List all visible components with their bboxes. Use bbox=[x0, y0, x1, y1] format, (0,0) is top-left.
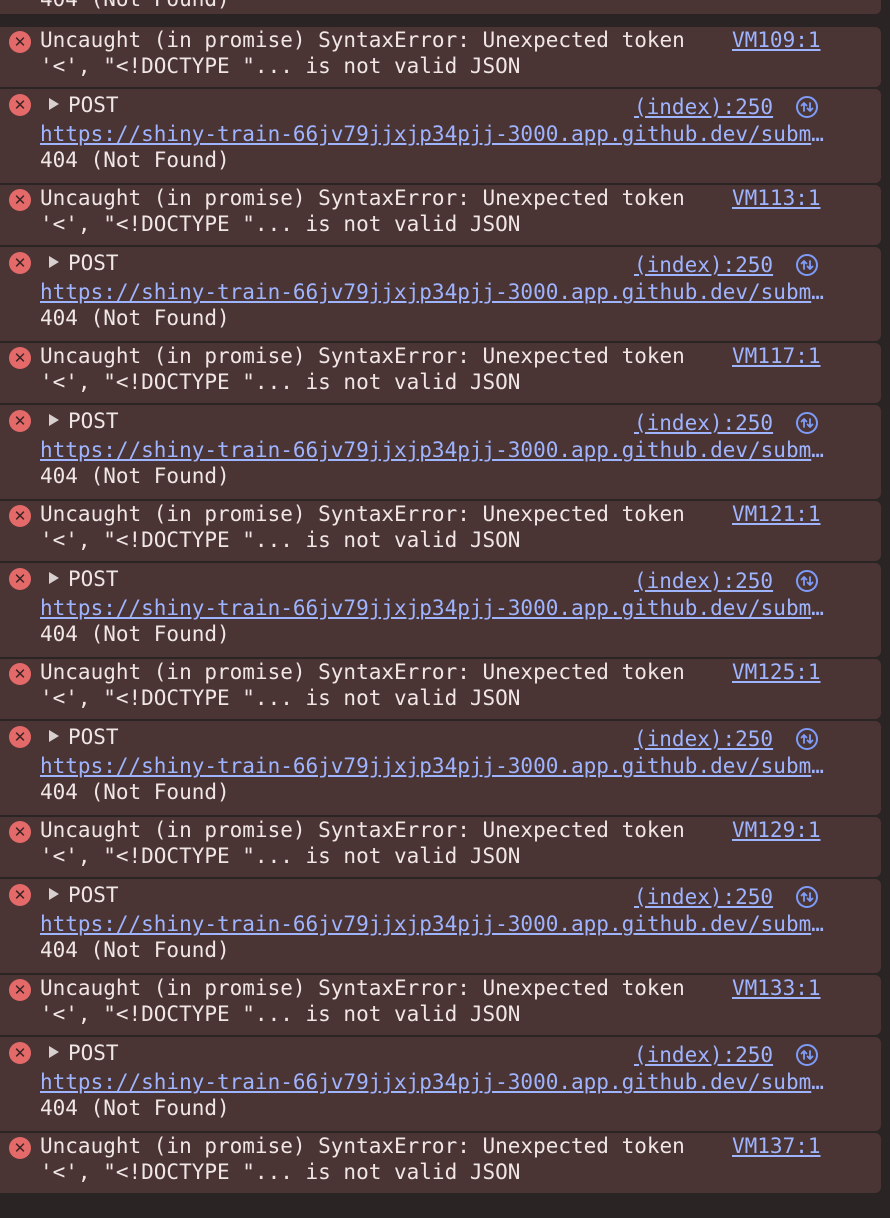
console-error-message: ✕ Uncaught (in promise) SyntaxError: Unex… bbox=[0, 975, 881, 1035]
error-text-line2: '<', "<!DOCTYPE "... is not valid JSON bbox=[40, 686, 521, 710]
network-request-icon[interactable] bbox=[796, 254, 818, 276]
console-network-error: ✕ POST (index):250 https://shiny-train-66jv… bbox=[0, 247, 881, 341]
console-error-message: ✕ Uncaught (in promise) SyntaxError: Unex… bbox=[0, 659, 881, 719]
network-request-icon[interactable] bbox=[796, 886, 818, 908]
expand-triangle-icon[interactable] bbox=[49, 730, 59, 742]
error-circle-x-icon: ✕ bbox=[9, 884, 31, 906]
error-circle-x-icon: ✕ bbox=[9, 1042, 31, 1064]
request-method: POST bbox=[68, 93, 119, 117]
error-text-line2: '<', "<!DOCTYPE "... is not valid JSON bbox=[40, 212, 521, 236]
error-circle-x-icon: ✕ bbox=[9, 410, 31, 432]
error-circle-x-icon: ✕ bbox=[9, 1137, 31, 1159]
request-url-link[interactable]: https://shiny-train-66jv79jjxjp34pjj-300… bbox=[40, 1069, 836, 1095]
error-circle-x-icon: ✕ bbox=[9, 505, 31, 527]
error-text-line2: '<', "<!DOCTYPE "... is not valid JSON bbox=[40, 528, 521, 552]
request-url-link[interactable]: https://shiny-train-66jv79jjxjp34pjj-300… bbox=[40, 121, 836, 147]
error-source-link[interactable]: VM121:1 bbox=[732, 501, 821, 527]
error-text-line2: '<', "<!DOCTYPE "... is not valid JSON bbox=[40, 1002, 521, 1026]
request-method: POST bbox=[68, 883, 119, 907]
error-circle-x-icon: ✕ bbox=[9, 252, 31, 274]
error-circle-x-icon: ✕ bbox=[9, 821, 31, 843]
expand-triangle-icon[interactable] bbox=[49, 414, 59, 426]
console-network-error: ✕ POST (index):250 https://shiny-train-66jv… bbox=[0, 563, 881, 657]
request-status: 404 (Not Found) bbox=[40, 780, 230, 804]
network-request-icon[interactable] bbox=[796, 1044, 818, 1066]
request-source-link[interactable]: (index):250 bbox=[634, 94, 773, 120]
request-method: POST bbox=[68, 1041, 119, 1065]
request-url-link[interactable]: https://shiny-train-66jv79jjxjp34pjj-300… bbox=[40, 753, 836, 779]
error-source-link[interactable]: VM133:1 bbox=[732, 975, 821, 1001]
error-text-line1: Uncaught (in promise) SyntaxError: Unexp… bbox=[40, 28, 685, 52]
request-source-link[interactable]: (index):250 bbox=[634, 726, 773, 752]
expand-triangle-icon[interactable] bbox=[49, 98, 59, 110]
request-status: 404 (Not Found) bbox=[40, 306, 230, 330]
network-request-icon[interactable] bbox=[796, 96, 818, 118]
request-status: 404 (Not Found) bbox=[40, 148, 230, 172]
error-text-line2: '<', "<!DOCTYPE "... is not valid JSON bbox=[40, 844, 521, 868]
error-text-line2: '<', "<!DOCTYPE "... is not valid JSON bbox=[40, 1160, 521, 1184]
request-status: 404 (Not Found) bbox=[40, 464, 230, 488]
request-status: 404 (Not Found) bbox=[40, 622, 230, 646]
request-url-link[interactable]: https://shiny-train-66jv79jjxjp34pjj-300… bbox=[40, 279, 836, 305]
request-url-link[interactable]: https://shiny-train-66jv79jjxjp34pjj-300… bbox=[40, 437, 836, 463]
error-text-line1: Uncaught (in promise) SyntaxError: Unexp… bbox=[40, 344, 685, 368]
expand-triangle-icon[interactable] bbox=[49, 256, 59, 268]
console-error-message: ✕ Uncaught (in promise) SyntaxError: Unex… bbox=[0, 343, 881, 403]
error-circle-x-icon: ✕ bbox=[9, 979, 31, 1001]
request-source-link[interactable]: (index):250 bbox=[634, 884, 773, 910]
request-status: 404 (Not Found) bbox=[40, 1096, 230, 1120]
error-circle-x-icon: ✕ bbox=[9, 94, 31, 116]
request-url-link[interactable]: https://shiny-train-66jv79jjxjp34pjj-300… bbox=[40, 595, 836, 621]
error-source-link[interactable]: VM137:1 bbox=[732, 1133, 821, 1159]
error-source-link[interactable]: VM113:1 bbox=[732, 185, 821, 211]
console-error-message: ✕ Uncaught (in promise) SyntaxError: Unex… bbox=[0, 1133, 881, 1193]
request-source-link[interactable]: (index):250 bbox=[634, 568, 773, 594]
expand-triangle-icon[interactable] bbox=[49, 888, 59, 900]
error-text-line1: Uncaught (in promise) SyntaxError: Unexp… bbox=[40, 502, 685, 526]
request-url-link[interactable]: https://shiny-train-66jv79jjxjp34pjj-300… bbox=[40, 911, 836, 937]
request-source-link[interactable]: (index):250 bbox=[634, 1042, 773, 1068]
error-text-line1: Uncaught (in promise) SyntaxError: Unexp… bbox=[40, 1134, 685, 1158]
request-method: POST bbox=[68, 409, 119, 433]
network-request-icon[interactable] bbox=[796, 570, 818, 592]
console-error-message: ✕ Uncaught (in promise) SyntaxError: Unex… bbox=[0, 817, 881, 877]
request-method: POST bbox=[68, 567, 119, 591]
expand-triangle-icon[interactable] bbox=[49, 1046, 59, 1058]
console-network-error: ✕ POST (index):250 https://shiny-train-66jv… bbox=[0, 721, 881, 815]
error-text-line1: Uncaught (in promise) SyntaxError: Unexp… bbox=[40, 976, 685, 1000]
error-circle-x-icon: ✕ bbox=[9, 189, 31, 211]
request-method: POST bbox=[68, 725, 119, 749]
error-circle-x-icon: ✕ bbox=[9, 568, 31, 590]
partial-status-text: 404 (Not Found) bbox=[40, 0, 230, 12]
error-text-line1: Uncaught (in promise) SyntaxError: Unexp… bbox=[40, 660, 685, 684]
error-source-link[interactable]: VM109:1 bbox=[732, 27, 821, 53]
request-method: POST bbox=[68, 251, 119, 275]
partial-message: 404 (Not Found) bbox=[0, 0, 881, 14]
console-error-message: ✕ Uncaught (in promise) SyntaxError: Unex… bbox=[0, 27, 881, 87]
console-network-error: ✕ POST (index):250 https://shiny-train-66jv… bbox=[0, 1037, 881, 1131]
console-error-message: ✕ Uncaught (in promise) SyntaxError: Unex… bbox=[0, 501, 881, 561]
request-source-link[interactable]: (index):250 bbox=[634, 410, 773, 436]
error-source-link[interactable]: VM117:1 bbox=[732, 343, 821, 369]
error-text-line1: Uncaught (in promise) SyntaxError: Unexp… bbox=[40, 818, 685, 842]
network-request-icon[interactable] bbox=[796, 728, 818, 750]
expand-triangle-icon[interactable] bbox=[49, 572, 59, 584]
error-circle-x-icon: ✕ bbox=[9, 663, 31, 685]
network-request-icon[interactable] bbox=[796, 412, 818, 434]
error-source-link[interactable]: VM125:1 bbox=[732, 659, 821, 685]
request-status: 404 (Not Found) bbox=[40, 938, 230, 962]
error-text-line1: Uncaught (in promise) SyntaxError: Unexp… bbox=[40, 186, 685, 210]
error-source-link[interactable]: VM129:1 bbox=[732, 817, 821, 843]
error-circle-x-icon: ✕ bbox=[9, 726, 31, 748]
error-circle-x-icon: ✕ bbox=[9, 347, 31, 369]
console-error-message: ✕ Uncaught (in promise) SyntaxError: Unex… bbox=[0, 185, 881, 245]
console-network-error: ✕ POST (index):250 https://shiny-train-66jv… bbox=[0, 879, 881, 973]
request-source-link[interactable]: (index):250 bbox=[634, 252, 773, 278]
error-text-line2: '<', "<!DOCTYPE "... is not valid JSON bbox=[40, 370, 521, 394]
console-network-error: ✕ POST (index):250 https://shiny-train-66jv… bbox=[0, 89, 881, 183]
error-text-line2: '<', "<!DOCTYPE "... is not valid JSON bbox=[40, 54, 521, 78]
console-network-error: ✕ POST (index):250 https://shiny-train-66jv… bbox=[0, 405, 881, 499]
devtools-console: 404 (Not Found) ✕ Uncaught (in promise) S… bbox=[0, 0, 890, 1218]
error-circle-x-icon: ✕ bbox=[9, 31, 31, 53]
